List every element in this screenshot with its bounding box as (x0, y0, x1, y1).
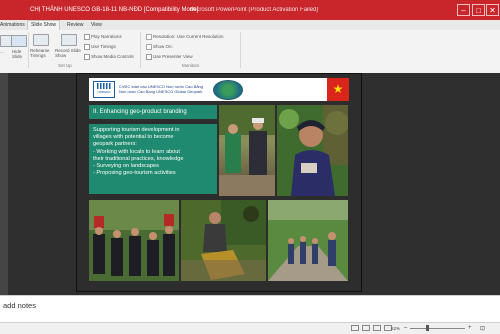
presenter-view-label: Use Presenter View (153, 54, 193, 59)
setup-group-label: Set Up (58, 63, 72, 68)
monitor-icon (146, 44, 152, 50)
resolution-dropdown[interactable]: Resolution: Use Current Resolution (153, 34, 224, 39)
photo-elderly-woman (277, 105, 348, 196)
body-line: - Working with locals to learn about (93, 148, 180, 155)
title-bar: CHỊ THẢNH UNESCO GB-18-11 NB-NĐD [Compat… (0, 0, 500, 20)
play-narrations-checkbox[interactable] (84, 34, 90, 40)
photo-village-women (219, 105, 275, 196)
geopark-name: CVĐC toàn cầu UNESCO Non nước Cao Bằng N… (119, 84, 203, 94)
current-slide[interactable]: unesco CVĐC toàn cầu UNESCO Non nước Cao… (76, 73, 362, 292)
presenter-view-checkbox[interactable] (146, 54, 152, 60)
body-line: - Surveying on landscapes (93, 163, 159, 170)
minimize-button[interactable]: – (457, 4, 470, 16)
zoom-level[interactable]: 62% (391, 326, 400, 331)
photo-village-women-graphic (219, 105, 275, 196)
record-slide-show-label: Record Slide Show (55, 48, 81, 58)
show-media-controls-checkbox[interactable] (84, 54, 90, 60)
zoom-slider-thumb[interactable] (425, 325, 429, 331)
thumbnail-panel-edge[interactable] (0, 73, 8, 295)
status-bar: 62% – + ⊡ (0, 322, 500, 334)
ribbon-separator (240, 32, 241, 68)
record-slide-show-icon[interactable] (61, 34, 77, 46)
body-line: their traditional practices, knowledge (93, 155, 184, 162)
ribbon-separator (140, 32, 141, 68)
resolution-icon (146, 34, 152, 40)
photo-elderly-woman-graphic (277, 105, 348, 196)
geopark-name-en: Non nuoc Cao Bang UNESCO Global Geopark (119, 89, 203, 94)
window-title: CHỊ THẢNH UNESCO GB-18-11 NB-NĐD [Compat… (30, 7, 199, 13)
window-app-suffix: Microsoft PowerPoint (Product Activation… (190, 7, 319, 13)
monitors-group-label: Monitors (182, 63, 200, 68)
slide-heading: II. Enhancing geo-product branding (89, 105, 217, 119)
body-line: Supporting tourism development in (93, 127, 180, 133)
vietnam-flag: ★ (327, 78, 349, 101)
slide-sorter-icon[interactable] (362, 325, 370, 331)
show-media-controls-label: Show Media Controls (91, 54, 134, 59)
unesco-logo: unesco (93, 81, 115, 98)
maximize-button[interactable]: □ (472, 4, 485, 16)
photo-ethnic-group-graphic (89, 200, 179, 281)
zoom-slider[interactable] (410, 328, 465, 329)
rehearse-timings-label: Rehearse Timings (30, 48, 50, 58)
notes-placeholder[interactable]: add notes (3, 301, 36, 310)
ribbon-tabs: Animations Slide Show Review View (0, 20, 500, 30)
tab-review[interactable]: Review (67, 22, 83, 28)
play-narrations-label: Play Narrations (91, 34, 122, 39)
star-icon: ★ (332, 82, 344, 96)
hide-slide-icon[interactable] (11, 35, 27, 47)
slide-header-banner: unesco CVĐC toàn cầu UNESCO Non nước Cao… (89, 78, 327, 101)
from-button-label: ... (0, 49, 4, 54)
rehearse-timings-icon[interactable] (33, 34, 49, 46)
body-line: - Proposing geo-tourism activities (93, 170, 176, 177)
fit-to-window-icon[interactable]: ⊡ (480, 325, 485, 332)
use-timings-checkbox[interactable] (84, 44, 90, 50)
photo-survey-group-graphic (268, 200, 348, 281)
unesco-logo-text: unesco (97, 89, 111, 94)
body-line: geopark partners: (93, 141, 137, 148)
hide-slide-label: Hide Slide (12, 49, 23, 59)
tab-animations[interactable]: Animations (0, 22, 25, 28)
photo-craftsman (181, 200, 266, 281)
photo-ethnic-group (89, 200, 179, 281)
photo-craftsman-graphic (181, 200, 266, 281)
zoom-out-icon[interactable]: – (404, 325, 407, 331)
ribbon: Animations Slide Show Review View ... Hi… (0, 20, 500, 74)
show-on-dropdown[interactable]: Show On: (153, 44, 173, 49)
reading-view-icon[interactable] (373, 325, 381, 331)
body-line: villages with potential to become (93, 134, 174, 141)
tab-view[interactable]: View (91, 22, 102, 28)
tab-slide-show[interactable]: Slide Show (27, 20, 61, 30)
zoom-in-icon[interactable]: + (468, 325, 472, 331)
slide-body-text: Supporting tourism development in villag… (89, 124, 217, 194)
close-button[interactable]: ✕ (486, 4, 499, 16)
ribbon-separator (28, 32, 29, 68)
photo-survey-group (268, 200, 348, 281)
geopark-emblem-logo (213, 80, 243, 100)
use-timings-label: Use Timings (91, 44, 116, 49)
normal-view-icon[interactable] (351, 325, 359, 331)
notes-pane[interactable]: add notes (0, 295, 500, 323)
